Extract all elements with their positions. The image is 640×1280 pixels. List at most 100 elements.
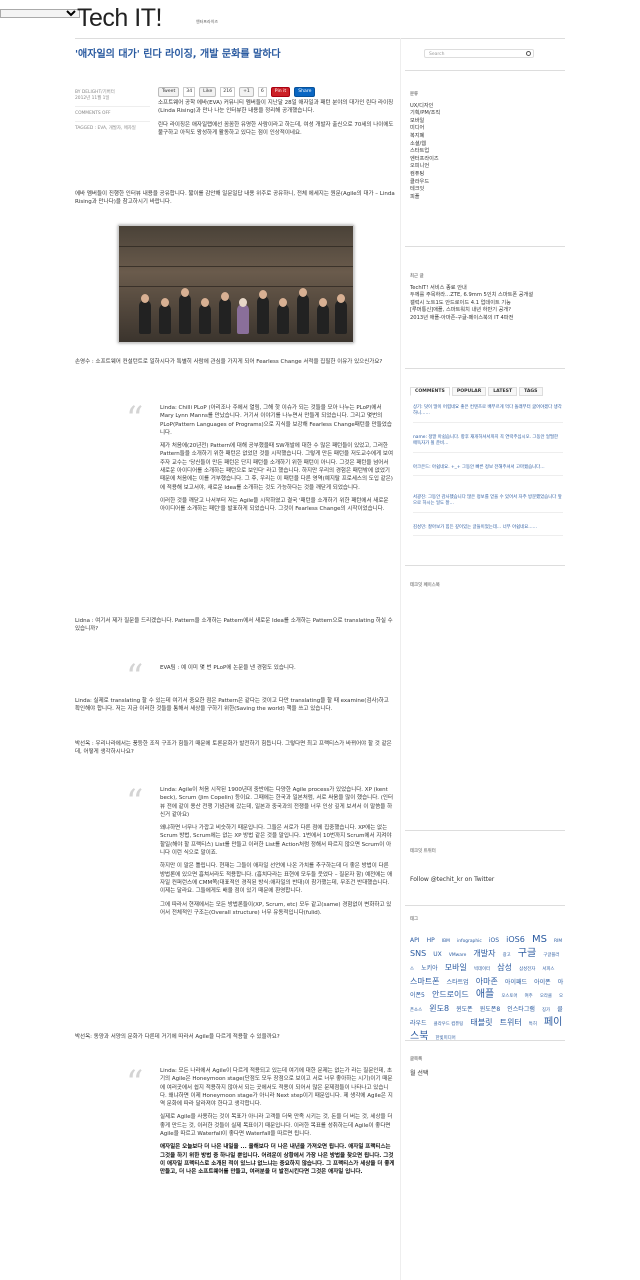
tag-link[interactable]: 광고: [503, 953, 511, 958]
sidebar-tabs: COMMENTS POPULAR LATEST TAGS: [410, 387, 543, 396]
archive-heading: 글목록: [410, 1057, 423, 1062]
tag-link[interactable]: 개발자: [473, 949, 495, 958]
tagged: TAGGED : EVA, 개발자, 애자일: [75, 126, 136, 131]
category-link[interactable]: 소셜/웹: [410, 141, 575, 149]
tag-link[interactable]: 스타트업: [447, 979, 469, 986]
tag-link[interactable]: 오스토어: [501, 994, 517, 999]
tag-link[interactable]: 구글: [518, 948, 536, 959]
category-link[interactable]: 기획/PM/조직: [410, 110, 575, 118]
tag-link[interactable]: UX: [433, 951, 442, 958]
tag-link[interactable]: 삼성전자: [519, 967, 535, 972]
recent-list: TechIT! 서비스 종료 안내 두께를 주목하라…ZTE, 6.9mm 5인치…: [410, 285, 570, 323]
intro-paragraph-1: 소프트웨어 공학 에바(EVA) 커뮤니티 멤버들이 지난달 28일 애자일과 …: [158, 100, 394, 115]
sidebar-divider: [405, 368, 565, 369]
tag-link[interactable]: 아이패드: [505, 979, 527, 986]
search-icon[interactable]: [526, 51, 531, 56]
answer-1: Linda: Chilli PLoP (아리조나 주에서 열림, 그해 핫 이슈…: [160, 404, 395, 514]
tag-link[interactable]: 모바일: [445, 963, 467, 972]
post-title[interactable]: '애자일의 대가' 린다 라이징, 개발 문화를 말하다: [75, 45, 281, 60]
tag-link[interactable]: VMware: [449, 953, 466, 958]
tag-link[interactable]: RIM: [554, 939, 562, 944]
top-dropdown[interactable]: [0, 9, 80, 18]
tag-link[interactable]: 인스타그램: [507, 1006, 535, 1013]
category-link[interactable]: 모바일: [410, 118, 575, 126]
tag-link[interactable]: 윈도8: [429, 1004, 449, 1013]
comment-item[interactable]: 김성민: 잘아보가 힘든 깊이있는 글들이었는데… 너무 아쉽네요……: [413, 525, 563, 537]
sidebar-divider: [405, 565, 565, 566]
tag-link[interactable]: API: [410, 937, 420, 944]
category-link[interactable]: 엔터프라이즈: [410, 156, 575, 164]
tag-link[interactable]: 노키아: [421, 965, 438, 972]
tag-link[interactable]: 빅데이터: [474, 967, 490, 972]
tag-link[interactable]: IBM: [442, 939, 450, 944]
tag-link[interactable]: 클라우드 컴퓨팅: [434, 1022, 464, 1027]
tag-link[interactable]: 삼성: [497, 963, 512, 972]
tag-link[interactable]: 아마존: [476, 977, 498, 986]
tags-widget: 태그: [410, 916, 575, 928]
tag-link[interactable]: 오라클: [540, 994, 552, 999]
tag-link[interactable]: iOS: [489, 937, 499, 944]
post-date: 2012년 11월 1일: [75, 96, 110, 101]
recent-heading: 최근 글: [410, 274, 424, 279]
gplus-count: 6: [257, 86, 267, 97]
sidebar-divider: [405, 70, 565, 71]
tag-link[interactable]: 특허: [529, 1022, 537, 1027]
linkedin-share-button[interactable]: Share: [294, 86, 316, 97]
category-link[interactable]: 테크잇: [410, 186, 575, 194]
pin-button[interactable]: Pin it: [270, 86, 291, 97]
category-link[interactable]: 피플: [410, 194, 575, 202]
tab-popular[interactable]: POPULAR: [451, 387, 487, 396]
answer-4-p1: Linda: Agile이 처음 시작된 1900년대 중반에는 다양한 Agi…: [160, 787, 394, 818]
topbar: [0, 0, 80, 18]
tag-link[interactable]: 스마트폰: [410, 977, 439, 986]
recent-post-link[interactable]: [루머통신]애플, 스마트워치 내년 하반기 공개?: [410, 307, 570, 315]
category-link[interactable]: 클라우드: [410, 179, 575, 187]
tab-latest[interactable]: LATEST: [488, 387, 518, 396]
question-2: Lidna : 여기서 제가 질문을 드리겠습니다. Pattern을 소개하는…: [75, 618, 393, 633]
comment-item[interactable]: name: 정말 아쉽습니다. 항후 재개하셔서까지 꼭 연락주십시오. 그동안…: [413, 435, 563, 453]
recent-post-link[interactable]: 2013년 애플-아마존-구글-페이스북의 IT 4파전: [410, 315, 570, 323]
comment-item[interactable]: 서광진: 그동안 감사했습니다 많은 정보를 얻을 수 있어서 자주 방문했었습…: [413, 495, 563, 513]
recent-post-link[interactable]: 두께를 주목하라…ZTE, 6.9mm 5인치 스마트폰 공개설: [410, 292, 570, 300]
comment-item[interactable]: 아크은드: 아쉽네요. +_+ 그동안 빠른 정보 전해주셔서 고마웠습니다…: [413, 465, 563, 477]
tab-comments[interactable]: COMMENTS: [410, 387, 450, 396]
sidebar-divider: [400, 38, 401, 1280]
twitter-heading: 테크잇 트위터: [410, 849, 436, 854]
category-link[interactable]: 오피니언: [410, 163, 575, 171]
tag-link[interactable]: 서피스: [542, 967, 554, 972]
tab-tags[interactable]: TAGS: [519, 387, 543, 396]
archive-select[interactable]: 월 선택: [410, 1070, 575, 1078]
like-button[interactable]: Like: [199, 86, 217, 97]
tag-link[interactable]: 안드로이드: [432, 990, 469, 999]
answer-4-p3: 하지만 이 말은 틀립니다. 현재는 그들이 애자일 선언에 나온 가치를 추구…: [160, 863, 393, 895]
tag-link[interactable]: HP: [427, 937, 435, 944]
categories-heading: 분류: [410, 92, 419, 97]
tag-link[interactable]: 아이폰: [534, 979, 551, 986]
categories: 분류 UX/디자인 기획/PM/조직 모바일 미디어 복지폐 소셜/웹 스타트업 엔터프라이즈…: [410, 91, 575, 201]
question-4: 박선옥 : 우리나라에서는 풍등한 조직 구조가 힘들기 때문에 토론문화가 발…: [75, 741, 392, 756]
category-link[interactable]: 컴퓨팅: [410, 171, 575, 179]
category-link[interactable]: 미디어: [410, 125, 575, 133]
answer-2: EVA팀 : 예 이미 몇 번 PLoP에 논문을 낸 경험도 있습니다.: [160, 665, 296, 671]
category-link[interactable]: 스타트업: [410, 148, 575, 156]
answer-1-p3: 이러한 것을 깨닫고 나서부터 저는 Agile을 시작하였고 결국 '패턴을 …: [160, 497, 389, 513]
tag-link[interactable]: 트위터: [500, 1018, 522, 1027]
twitter-follow-link[interactable]: Follow @techit_kr on Twitter: [410, 876, 575, 884]
gplus-button[interactable]: +1: [239, 86, 254, 97]
tag-link[interactable]: 징가: [542, 1008, 550, 1013]
tweet-button[interactable]: Tweet: [158, 86, 180, 97]
tag-link[interactable]: infographic: [457, 939, 482, 944]
site-title[interactable]: Tech IT!: [77, 4, 162, 33]
tag-link[interactable]: 태블릿: [470, 1018, 492, 1027]
question-3: Linda: 실제로 translating 할 수 있는데 여기서 중요한 점…: [75, 698, 389, 713]
tag-link[interactable]: 윈도폰8: [480, 1006, 500, 1013]
tag-link[interactable]: 여주: [525, 994, 533, 999]
tag-link[interactable]: 윈도폰: [456, 1006, 473, 1013]
tag-link[interactable]: SNS: [410, 949, 426, 958]
comment-item[interactable]: 상기: 덧이 많이 어렵네요 좋은 컨텐츠로 배부르게 먹다 돌래부터 굶어야겠…: [413, 405, 563, 423]
tag-link[interactable]: MS: [532, 934, 547, 945]
tag-link[interactable]: iOS6: [506, 935, 525, 944]
category-link[interactable]: 복지폐: [410, 133, 575, 141]
tag-link[interactable]: 애플: [476, 989, 494, 1000]
search-input[interactable]: Search: [424, 49, 534, 58]
